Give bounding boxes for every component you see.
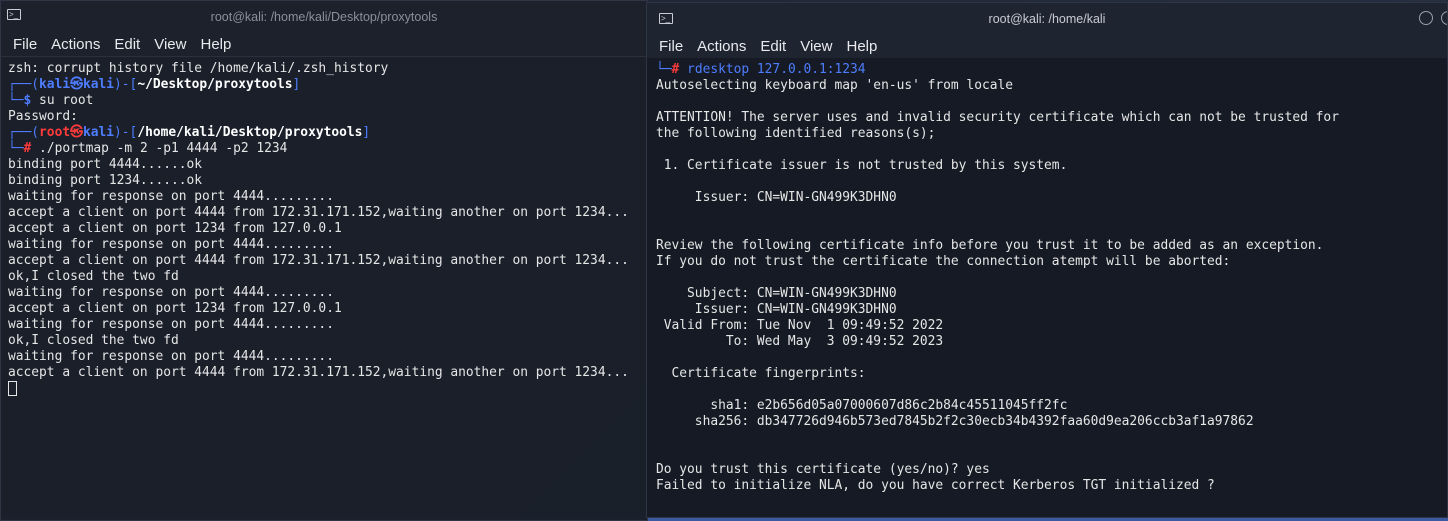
menu-bar: File Actions Edit View Help bbox=[647, 34, 1447, 58]
output-line: binding port 4444......ok bbox=[8, 157, 203, 172]
command-line-su: └─$ su root bbox=[8, 93, 94, 108]
output-line: sha1: e2b656d05a07000607d86c2b84c4551104… bbox=[656, 398, 1068, 413]
menu-actions[interactable]: Actions bbox=[51, 36, 100, 53]
prompt-line-root: ┌──(root㉿kali)-[/home/kali/Desktop/proxy… bbox=[8, 125, 371, 140]
window-titlebar[interactable]: >_ root@kali: /home/kali/Desktop/proxyto… bbox=[1, 1, 647, 32]
output-line: Certificate fingerprints: bbox=[656, 366, 866, 381]
terminal-icon: >_ bbox=[659, 13, 673, 24]
menu-edit[interactable]: Edit bbox=[760, 38, 786, 55]
menu-actions[interactable]: Actions bbox=[697, 38, 746, 55]
terminal-window-proxytools[interactable]: >_ root@kali: /home/kali/Desktop/proxyto… bbox=[0, 0, 648, 521]
output-line: waiting for response on port 4444.......… bbox=[8, 349, 334, 364]
window-title: root@kali: /home/kali bbox=[988, 11, 1106, 26]
output-line: Subject: CN=WIN-GN499K3DHN0 bbox=[656, 286, 897, 301]
output-line: Issuer: CN=WIN-GN499K3DHN0 bbox=[656, 302, 897, 317]
minimize-icon[interactable] bbox=[1419, 11, 1433, 25]
output-line: ok,I closed the two fd bbox=[8, 269, 179, 284]
output-line: accept a client on port 4444 from 172.31… bbox=[8, 365, 629, 380]
output-line: If you do not trust the certificate the … bbox=[656, 254, 1231, 269]
output-line: Autoselecting keyboard map 'en-us' from … bbox=[656, 78, 1013, 93]
window-titlebar[interactable]: >_ root@kali: /home/kali bbox=[647, 3, 1447, 34]
output-line: accept a client on port 4444 from 172.31… bbox=[8, 205, 629, 220]
output-line: waiting for response on port 4444.......… bbox=[8, 189, 334, 204]
output-line: accept a client on port 1234 from 127.0.… bbox=[8, 301, 342, 316]
window-title: root@kali: /home/kali/Desktop/proxytools bbox=[210, 9, 438, 24]
menu-file[interactable]: File bbox=[659, 38, 683, 55]
terminal-output[interactable]: zsh: corrupt history file /home/kali/.zs… bbox=[1, 57, 647, 397]
prompt-line-kali: ┌──(kali㉿kali)-[~/Desktop/proxytools] bbox=[8, 77, 301, 92]
output-line: To: Wed May 3 09:49:52 2023 bbox=[656, 334, 944, 349]
maximize-icon[interactable] bbox=[1441, 11, 1447, 25]
terminal-icon: >_ bbox=[7, 9, 21, 20]
output-line: ATTENTION! The server uses and invalid s… bbox=[656, 110, 1339, 125]
menu-edit[interactable]: Edit bbox=[114, 36, 140, 53]
output-line: waiting for response on port 4444.......… bbox=[8, 237, 334, 252]
menu-view[interactable]: View bbox=[154, 36, 186, 53]
cursor-line bbox=[8, 381, 647, 397]
output-line: Failed to initialize NLA, do you have co… bbox=[656, 478, 1215, 493]
output-line: Do you trust this certificate (yes/no)? … bbox=[656, 462, 990, 477]
menu-view[interactable]: View bbox=[800, 38, 832, 55]
output-line: accept a client on port 4444 from 172.31… bbox=[8, 253, 629, 268]
output-line: ok,I closed the two fd bbox=[8, 333, 179, 348]
output-line: the following identified reasons(s); bbox=[656, 126, 936, 141]
command-line-rdesktop: └─# rdesktop 127.0.0.1:1234 bbox=[656, 62, 866, 77]
menu-help[interactable]: Help bbox=[846, 38, 877, 55]
output-line: Valid From: Tue Nov 1 09:49:52 2022 bbox=[656, 318, 944, 333]
command-line-portmap: └─# ./portmap -m 2 -p1 4444 -p2 1234 bbox=[8, 141, 288, 156]
output-line: waiting for response on port 4444.......… bbox=[8, 317, 334, 332]
menu-file[interactable]: File bbox=[13, 36, 37, 53]
output-line: Password: bbox=[8, 109, 78, 124]
output-line: waiting for response on port 4444.......… bbox=[8, 285, 334, 300]
terminal-window-rdesktop[interactable]: >_ root@kali: /home/kali File Actions Ed… bbox=[646, 2, 1448, 518]
menu-help[interactable]: Help bbox=[200, 36, 231, 53]
terminal-cursor bbox=[8, 381, 17, 396]
menu-bar: File Actions Edit View Help bbox=[1, 32, 647, 57]
output-line: Issuer: CN=WIN-GN499K3DHN0 bbox=[656, 190, 897, 205]
output-line: sha256: db347726d946b573ed7845b2f2c30ecb… bbox=[656, 414, 1254, 429]
output-line: accept a client on port 1234 from 127.0.… bbox=[8, 221, 342, 236]
terminal-output[interactable]: └─# rdesktop 127.0.0.1:1234 Autoselecting… bbox=[647, 58, 1447, 494]
output-line: zsh: corrupt history file /home/kali/.zs… bbox=[8, 61, 389, 76]
output-line: Review the following certificate info be… bbox=[656, 238, 1324, 253]
output-line: 1. Certificate issuer is not trusted by … bbox=[656, 158, 1068, 173]
output-line: binding port 1234......ok bbox=[8, 173, 203, 188]
